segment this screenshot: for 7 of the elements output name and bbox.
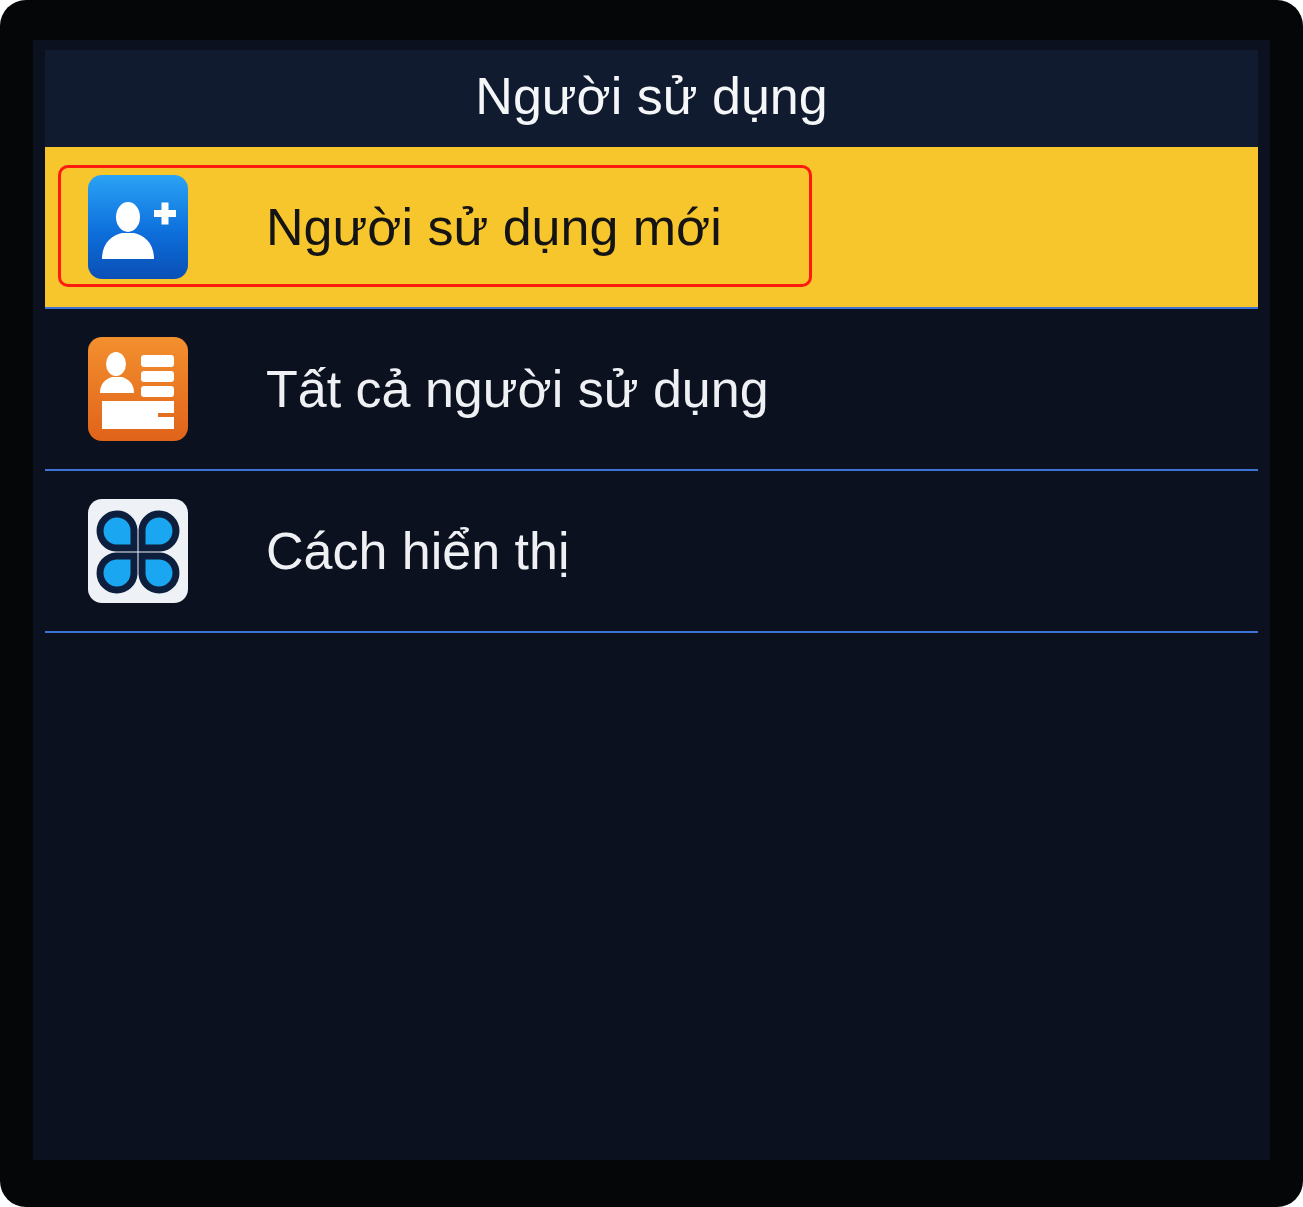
contact-card-icon (88, 337, 188, 441)
menu-item[interactable]: Cách hiển thị (45, 471, 1258, 631)
menu-item[interactable]: Người sử dụng mới (45, 147, 1258, 307)
four-petal-icon (88, 499, 188, 603)
menu-item[interactable]: Tất cả người sử dụng (45, 309, 1258, 469)
person-plus-icon (88, 175, 188, 279)
screen-title: Người sử dụng (475, 69, 828, 127)
